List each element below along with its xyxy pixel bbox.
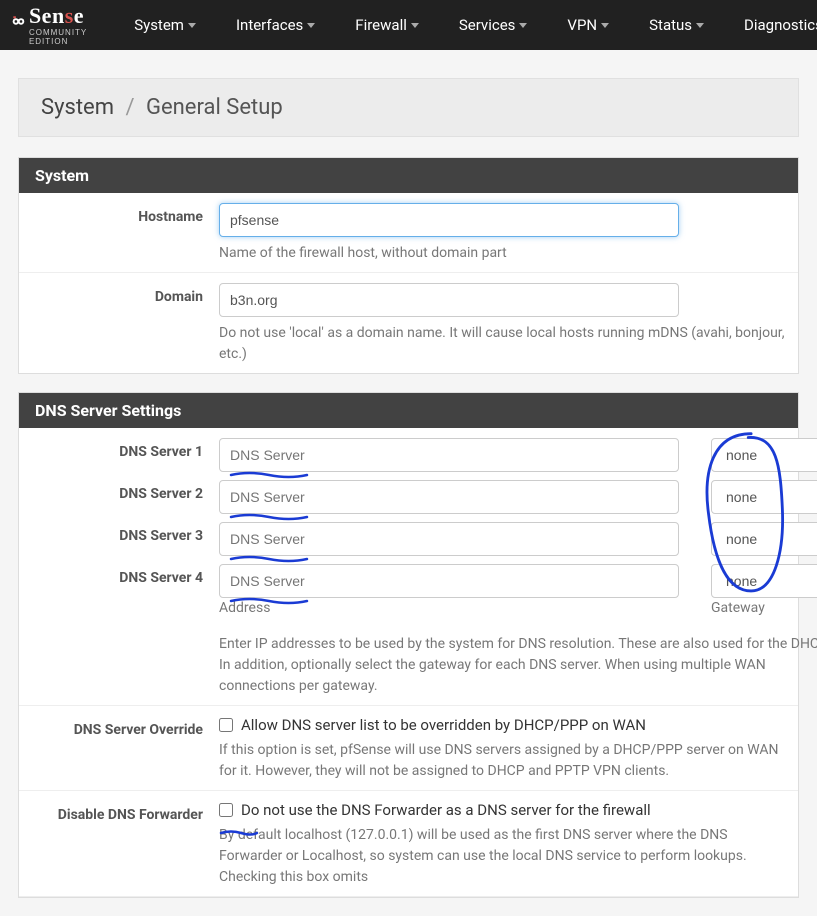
dns-server-3-input[interactable]: [219, 522, 679, 556]
dns-server-4-input[interactable]: [219, 564, 679, 598]
label-domain: Domain: [19, 283, 219, 365]
panel-system: System Hostname Name of the firewall hos…: [18, 157, 799, 374]
label-dns-override: DNS Server Override: [19, 716, 219, 782]
row-dns-3: DNS Server 3 none: [19, 518, 798, 560]
row-dns-4: DNS Server 4 none Address Gateway Enter …: [19, 560, 798, 706]
dns-server-1-input[interactable]: [219, 438, 679, 472]
nav-item-services[interactable]: Services: [439, 2, 548, 48]
help-disable-forwarder: By default localhost (127.0.0.1) will be…: [219, 825, 792, 888]
domain-input[interactable]: [219, 283, 679, 317]
nav-item-system[interactable]: System: [114, 2, 216, 48]
nav-label: VPN: [567, 16, 597, 34]
dns-gateway-3-select[interactable]: none: [711, 522, 817, 556]
panel-dns: DNS Server Settings DNS Server 1 none DN…: [18, 392, 799, 898]
row-dns-1: DNS Server 1 none: [19, 428, 798, 476]
row-disable-forwarder: Disable DNS Forwarder Do not use the DNS…: [19, 791, 798, 897]
caption-gateway: Gateway: [711, 600, 765, 616]
breadcrumb-separator: /: [125, 95, 134, 120]
help-dns-override: If this option is set, pfSense will use …: [219, 740, 792, 782]
logo-text: Sense: [29, 5, 94, 27]
label-dns-1: DNS Server 1: [19, 438, 219, 472]
nav-label: Status: [649, 16, 692, 34]
panel-body-dns: DNS Server 1 none DNS Server 2 none: [19, 428, 798, 897]
chevron-down-icon: [519, 23, 527, 28]
nav-label: Diagnostics: [744, 16, 817, 34]
dns-override-checkbox-label: Allow DNS server list to be overridden b…: [241, 716, 646, 734]
nav-items: System Interfaces Firewall Services VPN …: [114, 2, 817, 48]
caption-address: Address: [219, 600, 679, 616]
panel-body-system: Hostname Name of the firewall host, with…: [19, 193, 798, 373]
disable-forwarder-checkbox-label: Do not use the DNS Forwarder as a DNS se…: [241, 801, 651, 819]
disable-forwarder-checkbox[interactable]: [219, 803, 233, 817]
dns-override-checkbox[interactable]: [219, 718, 233, 732]
help-dns-servers: Enter IP addresses to be used by the sys…: [219, 634, 817, 697]
row-hostname: Hostname Name of the firewall host, with…: [19, 193, 798, 273]
nav-item-status[interactable]: Status: [629, 2, 724, 48]
chevron-down-icon: [188, 23, 196, 28]
dns-gateway-2-select[interactable]: none: [711, 480, 817, 514]
logo-icon: [12, 15, 25, 35]
nav-label: Firewall: [355, 16, 407, 34]
nav-item-firewall[interactable]: Firewall: [335, 2, 439, 48]
label-disable-forwarder: Disable DNS Forwarder: [19, 801, 219, 888]
chevron-down-icon: [696, 23, 704, 28]
nav-item-diagnostics[interactable]: Diagnostics: [724, 2, 817, 48]
panel-title-dns: DNS Server Settings: [19, 393, 798, 428]
row-domain: Domain Do not use 'local' as a domain na…: [19, 273, 798, 373]
panel-title-system: System: [19, 158, 798, 193]
dns-override-checkbox-wrap[interactable]: Allow DNS server list to be overridden b…: [219, 716, 792, 734]
dns-gateway-1-select[interactable]: none: [711, 438, 817, 472]
breadcrumb-root[interactable]: System: [41, 95, 114, 120]
top-navbar: Sense COMMUNITY EDITION System Interface…: [0, 0, 817, 50]
label-dns-4: DNS Server 4: [19, 564, 219, 697]
hostname-input[interactable]: [219, 203, 679, 237]
help-domain: Do not use 'local' as a domain name. It …: [219, 323, 792, 365]
nav-label: Interfaces: [236, 16, 303, 34]
logo-text-wrap: Sense COMMUNITY EDITION: [29, 5, 94, 46]
logo[interactable]: Sense COMMUNITY EDITION: [12, 5, 94, 46]
chevron-down-icon: [411, 23, 419, 28]
help-hostname: Name of the firewall host, without domai…: [219, 243, 792, 264]
dns-gateway-4-select[interactable]: none: [711, 564, 817, 598]
logo-subtitle: COMMUNITY EDITION: [29, 28, 94, 46]
row-dns-2: DNS Server 2 none: [19, 476, 798, 518]
nav-label: System: [134, 16, 184, 34]
nav-item-interfaces[interactable]: Interfaces: [216, 2, 335, 48]
label-dns-3: DNS Server 3: [19, 522, 219, 556]
row-dns-override: DNS Server Override Allow DNS server lis…: [19, 706, 798, 791]
chevron-down-icon: [601, 23, 609, 28]
label-dns-2: DNS Server 2: [19, 480, 219, 514]
dns-server-2-input[interactable]: [219, 480, 679, 514]
breadcrumb: System / General Setup: [18, 78, 799, 137]
breadcrumb-current: General Setup: [146, 95, 283, 120]
nav-item-vpn[interactable]: VPN: [547, 2, 629, 48]
disable-forwarder-checkbox-wrap[interactable]: Do not use the DNS Forwarder as a DNS se…: [219, 801, 792, 819]
nav-label: Services: [459, 16, 516, 34]
chevron-down-icon: [307, 23, 315, 28]
label-hostname: Hostname: [19, 203, 219, 264]
